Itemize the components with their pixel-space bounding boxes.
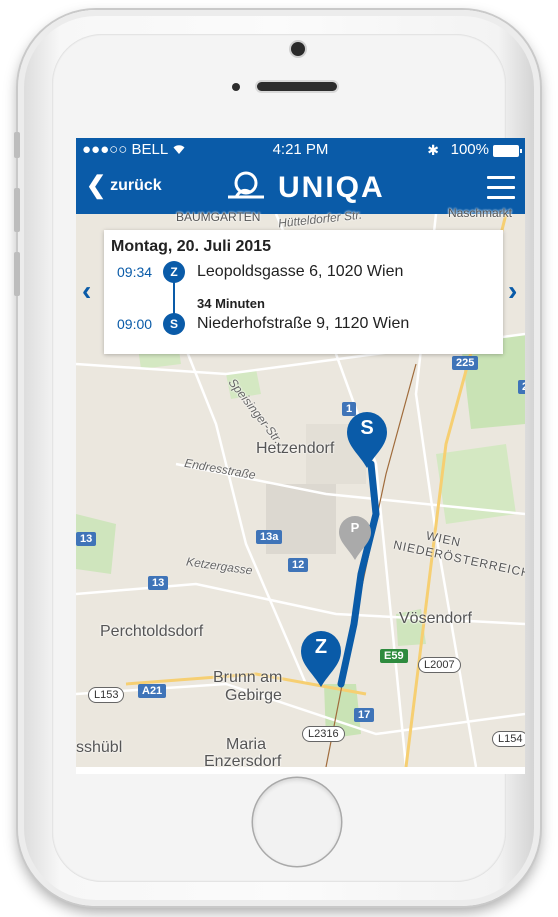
map-label-gebirge: Gebirge: [225, 687, 282, 704]
mute-switch: [14, 132, 20, 158]
parking-pin[interactable]: P: [335, 514, 375, 562]
road-shield-13-mid: 13: [148, 576, 169, 590]
home-button[interactable]: [253, 778, 341, 866]
road-tag-l153: L153: [88, 687, 125, 703]
map-label-perchtoldsdorf: Perchtoldsdorf: [100, 623, 204, 640]
back-label: zurück: [110, 177, 162, 194]
brand-name: UNIQA: [278, 170, 385, 204]
start-pin-label: S: [360, 417, 374, 439]
earpiece-speaker: [257, 82, 337, 91]
map-label-maria: Maria: [226, 736, 267, 753]
battery-icon: [493, 145, 522, 157]
map-label-enzersdorf: Enzersdorf: [204, 753, 282, 770]
previous-trip-arrow[interactable]: ‹: [82, 275, 91, 307]
uniqa-logo: UNIQA: [226, 170, 385, 205]
battery-percent: 100%: [450, 141, 489, 158]
map-label-naschmarkt: Naschmarkt: [448, 206, 513, 220]
map-label-sshuebl: sshübl: [76, 739, 123, 756]
trip-end-time: 09:34: [117, 264, 153, 280]
trip-date: Montag, 20. Juli 2015: [111, 238, 272, 255]
trip-info-card[interactable]: Montag, 20. Juli 2015 09:34 Z Leopoldsga…: [104, 230, 503, 354]
end-pin-label: Z: [314, 636, 328, 658]
road-shield-13-left: 13: [76, 532, 97, 546]
parking-pin-label: P: [350, 520, 360, 535]
bluetooth-icon: ✱: [427, 142, 439, 158]
road-shield-a21: A21: [138, 684, 167, 698]
uniqa-logo-icon: [226, 170, 266, 205]
road-shield-17: 17: [354, 708, 375, 722]
phone-screen: ●●●○○ BELL 4:21 PM ✱ 100% ❮ zurück UNIQA…: [76, 138, 525, 774]
volume-down-button: [14, 252, 20, 296]
trip-end-address: Leopoldsgasse 6, 1020 Wien: [197, 263, 404, 280]
back-button[interactable]: ❮ zurück: [86, 172, 162, 199]
map-label-baumgarten: BAUMGARTEN: [176, 210, 261, 224]
road-shield-e59: E59: [380, 649, 408, 663]
road-shield-2: 2: [518, 380, 525, 394]
road-shield-12: 12: [288, 558, 309, 572]
chevron-left-icon: ❮: [86, 172, 107, 199]
map-label-voesendorf: Vösendorf: [399, 610, 472, 627]
hamburger-menu-icon[interactable]: [487, 176, 515, 200]
road-shield-13a: 13a: [256, 530, 283, 544]
start-pin[interactable]: S: [343, 410, 391, 470]
trip-duration: 34 Minuten: [197, 296, 265, 311]
trip-start-time: 09:00: [117, 316, 153, 332]
front-camera: [291, 42, 305, 56]
proximity-sensor: [232, 83, 240, 91]
next-trip-arrow[interactable]: ›: [508, 275, 517, 307]
trip-start-address: Niederhofstraße 9, 1120 Wien: [197, 315, 410, 332]
road-tag-l2316: L2316: [302, 726, 345, 742]
end-pin[interactable]: Z: [297, 629, 345, 689]
road-tag-l154: L154: [492, 731, 525, 747]
road-shield-225: 225: [452, 356, 479, 370]
map-label-brunn: Brunn am: [213, 669, 283, 686]
status-bar: ●●●○○ BELL 4:21 PM ✱ 100%: [76, 138, 525, 162]
trip-start-badge: S: [163, 313, 185, 335]
volume-up-button: [14, 188, 20, 232]
map-label-hetzendorf: Hetzendorf: [256, 440, 335, 457]
trip-end-badge: Z: [163, 261, 185, 283]
road-tag-l2007: L2007: [418, 657, 461, 673]
